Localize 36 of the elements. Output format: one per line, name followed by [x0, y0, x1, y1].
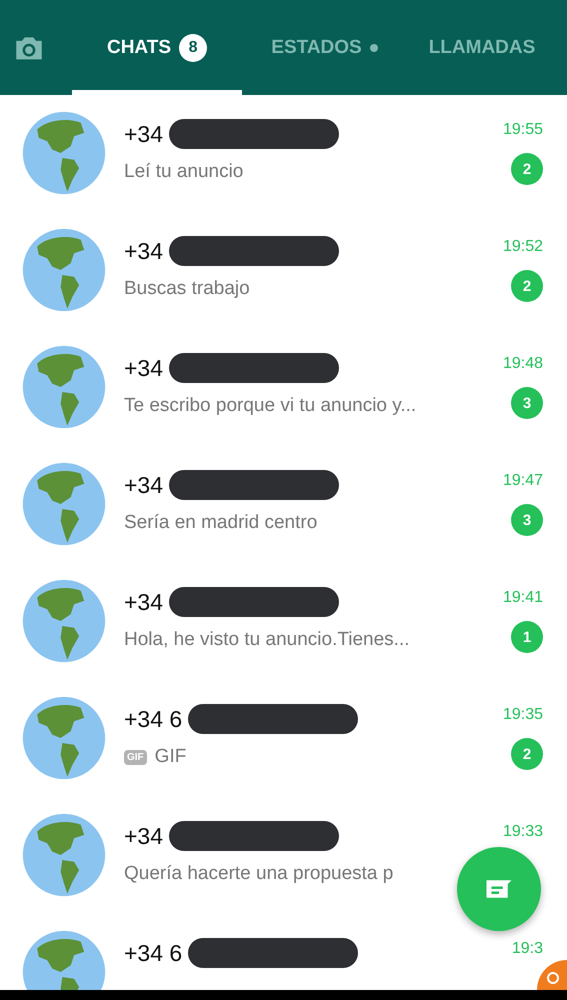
unread-badge: 1 — [511, 621, 543, 653]
new-chat-button[interactable] — [457, 847, 541, 931]
message-time: 19:47 — [502, 472, 543, 490]
gif-tag: GIF — [124, 750, 147, 764]
overlay-icon[interactable] — [537, 960, 567, 990]
contact-name: +34 — [124, 120, 164, 148]
message-time: 19:52 — [502, 238, 543, 256]
message-time: 19:48 — [502, 355, 543, 373]
message-preview: Leí tu anuncio — [124, 161, 244, 183]
contact-name: +34 — [124, 822, 164, 850]
unread-badge: 2 — [511, 738, 543, 770]
message-time: 19:35 — [502, 706, 543, 724]
tab[interactable]: CHATS 8 — [72, 0, 242, 95]
count-badge: 8 — [179, 34, 208, 62]
message-time: 19:41 — [502, 589, 543, 607]
contact-name: +34 6 — [124, 940, 182, 966]
unread-badge: 2 — [511, 153, 543, 185]
message-preview: GIF — [154, 746, 186, 768]
tab[interactable]: LLAMADAS — [407, 0, 557, 95]
message-preview: Sería en madrid centro — [124, 512, 318, 534]
contact-name: +34 6 — [124, 706, 182, 732]
contact-name: +34 — [124, 354, 164, 382]
contact-name: +34 — [124, 472, 164, 498]
message-time: 19:3 — [512, 940, 543, 958]
message-preview: Hola, he visto tu anuncio.Tienes... — [124, 629, 410, 651]
message-preview: Buscas trabajo — [124, 278, 250, 300]
unread-badge: 3 — [511, 504, 543, 536]
tab[interactable]: ESTADOS — [242, 0, 407, 95]
message-time: 19:55 — [502, 121, 543, 139]
contact-name: +34 — [124, 238, 164, 264]
unread-badge: 2 — [511, 270, 543, 302]
message-preview: Quería hacerte una propuesta p — [124, 863, 394, 885]
message-time: 19:33 — [502, 823, 543, 841]
unread-badge: 3 — [511, 387, 543, 419]
contact-name: +34 — [124, 588, 164, 616]
message-preview: Te escribo porque vi tu anuncio y... — [124, 395, 416, 417]
